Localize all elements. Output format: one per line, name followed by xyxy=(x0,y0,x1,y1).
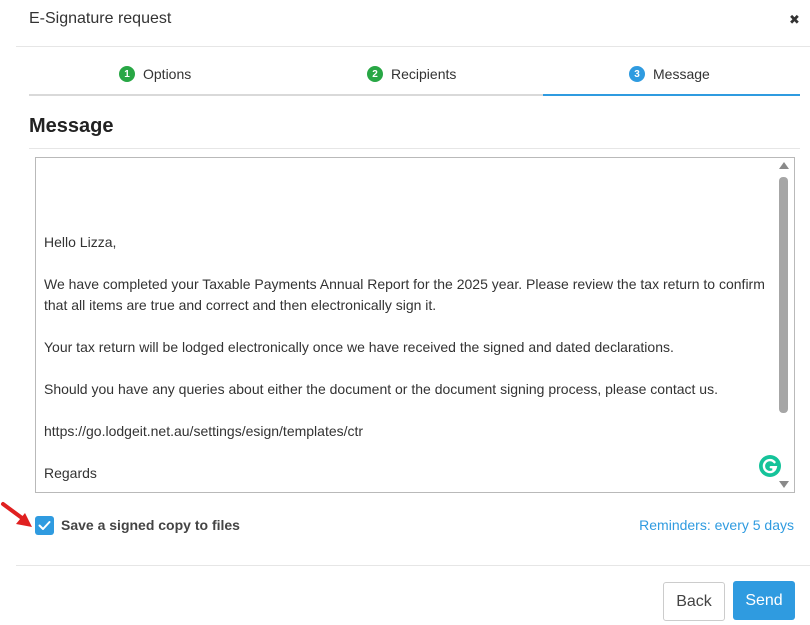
scroll-thumb[interactable] xyxy=(779,177,788,413)
save-copy-checkbox[interactable] xyxy=(35,516,54,535)
reminders-link[interactable]: Reminders: every 5 days xyxy=(639,517,794,533)
back-button[interactable]: Back xyxy=(663,582,725,621)
step-tabs: 1 Options 2 Recipients 3 Message xyxy=(29,57,800,96)
message-paragraph: Should you have any queries about either… xyxy=(44,381,718,397)
step-label: Recipients xyxy=(391,66,457,82)
header-divider xyxy=(16,46,810,47)
step-number-badge: 3 xyxy=(629,66,645,82)
message-paragraph: We have completed your Taxable Payments … xyxy=(44,276,765,313)
scroll-up-arrow-icon[interactable] xyxy=(779,162,789,169)
scroll-down-arrow-icon[interactable] xyxy=(779,481,789,488)
message-closing: Regards xyxy=(44,465,97,481)
section-divider xyxy=(29,148,800,149)
step-options[interactable]: 1 Options xyxy=(119,66,191,82)
close-icon[interactable]: ✖ xyxy=(789,12,800,28)
red-arrow-icon xyxy=(1,502,32,527)
message-greeting: Hello Lizza, xyxy=(44,234,117,250)
footer-divider xyxy=(16,565,810,566)
step-number-badge: 2 xyxy=(367,66,383,82)
step-message[interactable]: 3 Message xyxy=(629,66,710,82)
message-scrollbar[interactable] xyxy=(774,158,794,492)
send-button[interactable]: Send xyxy=(733,581,795,620)
step-label: Options xyxy=(143,66,192,82)
section-title: Message xyxy=(29,115,114,137)
step-recipients[interactable]: 2 Recipients xyxy=(367,66,456,82)
steps-baseline xyxy=(29,94,543,96)
dialog-title: E-Signature request xyxy=(29,10,172,27)
step-number-badge: 1 xyxy=(119,66,135,82)
grammarly-icon[interactable] xyxy=(759,455,781,477)
message-editor[interactable]: Hello Lizza, We have completed your Taxa… xyxy=(35,157,795,493)
message-paragraph: Your tax return will be lodged electroni… xyxy=(44,339,674,355)
message-body[interactable]: Hello Lizza, We have completed your Taxa… xyxy=(44,232,772,484)
check-icon xyxy=(38,521,51,530)
steps-active-indicator xyxy=(543,94,800,96)
message-link: https://go.lodgeit.net.au/settings/esign… xyxy=(44,423,364,439)
step-label: Message xyxy=(653,66,710,82)
save-copy-label[interactable]: Save a signed copy to files xyxy=(61,517,240,533)
